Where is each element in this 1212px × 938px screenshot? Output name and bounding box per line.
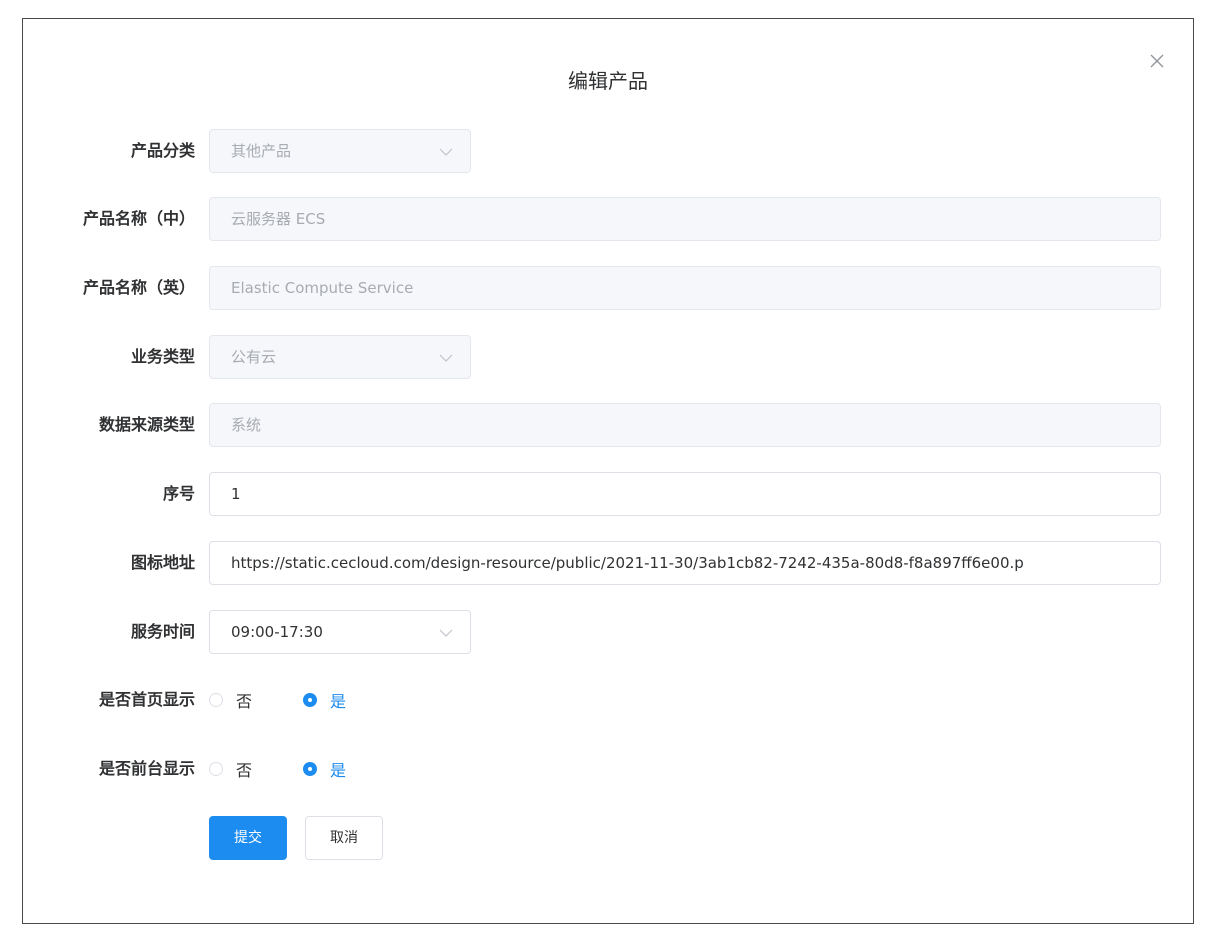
name-en-input[interactable]: Elastic Compute Service: [209, 266, 1161, 310]
radio-label-yes: 是: [330, 692, 347, 711]
icon-url-input[interactable]: https://static.cecloud.com/design-resour…: [209, 541, 1161, 585]
radio-label-yes: 是: [330, 761, 347, 780]
category-label: 产品分类: [130, 141, 195, 160]
form-row-name-cn: 产品名称（中） 云服务器 ECS: [23, 197, 1193, 241]
category-value: 其他产品: [231, 142, 292, 160]
form-row-icon-url: 图标地址 https://static.cecloud.com/design-r…: [23, 541, 1193, 585]
name-cn-value: 云服务器 ECS: [231, 210, 326, 228]
service-time-label: 服务时间: [130, 622, 195, 641]
radio-checked-icon: [303, 693, 317, 707]
show-homepage-radio-yes[interactable]: 是: [303, 678, 346, 722]
form-row-business-type: 业务类型 公有云: [23, 335, 1193, 379]
form-row-order: 序号 1: [23, 472, 1193, 516]
data-source-input[interactable]: 系统: [209, 403, 1161, 447]
service-time-select[interactable]: 09:00-17:30: [209, 610, 471, 654]
order-input[interactable]: 1: [209, 472, 1161, 516]
form-row-name-en: 产品名称（英） Elastic Compute Service: [23, 266, 1193, 310]
order-label: 序号: [162, 484, 195, 503]
name-en-label: 产品名称（英）: [82, 278, 195, 297]
name-cn-input[interactable]: 云服务器 ECS: [209, 197, 1161, 241]
form-row-category: 产品分类 其他产品: [23, 129, 1193, 173]
show-homepage-label: 是否首页显示: [98, 690, 195, 709]
radio-label-no: 否: [236, 692, 253, 711]
service-time-value: 09:00-17:30: [231, 623, 323, 641]
form-actions: 提交 取消: [23, 816, 1193, 860]
chevron-down-icon: [439, 148, 453, 156]
data-source-label: 数据来源类型: [98, 415, 195, 434]
radio-unchecked-icon: [209, 693, 223, 707]
form-row-show-frontend: 是否前台显示 否 是: [23, 747, 1193, 791]
order-value: 1: [231, 485, 241, 503]
submit-button[interactable]: 提交: [209, 816, 287, 860]
category-select[interactable]: 其他产品: [209, 129, 471, 173]
name-cn-label: 产品名称（中）: [82, 209, 195, 228]
edit-product-dialog: 编辑产品 产品分类 其他产品 产品名称（中） 云服务器 ECS 产品名称（英） …: [22, 18, 1194, 924]
cancel-button[interactable]: 取消: [305, 816, 383, 860]
icon-url-value: https://static.cecloud.com/design-resour…: [231, 554, 1024, 572]
business-type-select[interactable]: 公有云: [209, 335, 471, 379]
icon-url-label: 图标地址: [130, 553, 195, 572]
chevron-down-icon: [439, 629, 453, 637]
show-frontend-radio-yes[interactable]: 是: [303, 747, 346, 791]
name-en-value: Elastic Compute Service: [231, 279, 414, 297]
form-row-service-time: 服务时间 09:00-17:30: [23, 610, 1193, 654]
data-source-value: 系统: [231, 416, 262, 434]
form-row-show-homepage: 是否首页显示 否 是: [23, 678, 1193, 722]
dialog-title: 编辑产品: [568, 69, 648, 93]
show-frontend-radio-no[interactable]: 否: [209, 747, 252, 791]
radio-unchecked-icon: [209, 762, 223, 776]
radio-checked-icon: [303, 762, 317, 776]
chevron-down-icon: [439, 354, 453, 362]
show-homepage-radio-no[interactable]: 否: [209, 678, 252, 722]
form-row-data-source: 数据来源类型 系统: [23, 403, 1193, 447]
business-type-value: 公有云: [231, 348, 277, 366]
business-type-label: 业务类型: [130, 347, 195, 366]
radio-label-no: 否: [236, 761, 253, 780]
close-icon[interactable]: [1145, 49, 1169, 73]
show-frontend-label: 是否前台显示: [98, 759, 195, 778]
